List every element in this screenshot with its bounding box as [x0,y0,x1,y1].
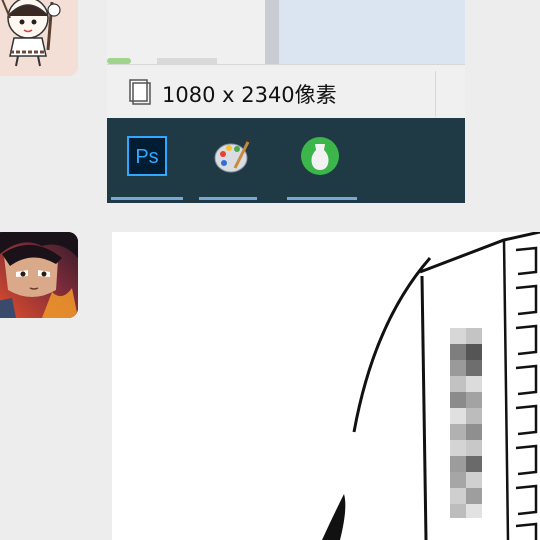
taskbar-active-indicator [287,197,357,200]
paint-palette-icon [214,137,252,173]
photoshop-icon: Ps [127,136,167,176]
manga-illustration [112,232,540,540]
image-message-manga[interactable] [112,232,540,540]
image-dimensions-text: 1080 x 2340像素 [162,83,337,107]
svg-text:Ps: Ps [135,146,158,168]
cartoon-girl-avatar-icon [0,0,78,76]
taskbar-active-indicator [111,197,183,200]
taskbar-app-photoshop[interactable]: Ps [111,132,183,200]
contact-avatar-1[interactable] [0,0,78,76]
status-separator [435,71,436,117]
anime-character-avatar-icon [0,232,78,318]
image-dimensions-icon [129,79,151,105]
window-panel-blue [279,0,465,64]
taskbar-app-paint[interactable] [199,132,265,200]
image-message-screenshot[interactable]: 1080 x 2340像素 Ps [107,0,465,203]
taskbar-active-indicator [199,197,257,200]
window-panel-grey [265,0,279,64]
contact-avatar-2[interactable] [0,232,78,318]
green-vase-app-icon [301,137,339,175]
taskbar: Ps [107,118,465,203]
image-status-bar: 1080 x 2340像素 [107,64,465,119]
taskbar-app-green[interactable] [287,132,357,200]
